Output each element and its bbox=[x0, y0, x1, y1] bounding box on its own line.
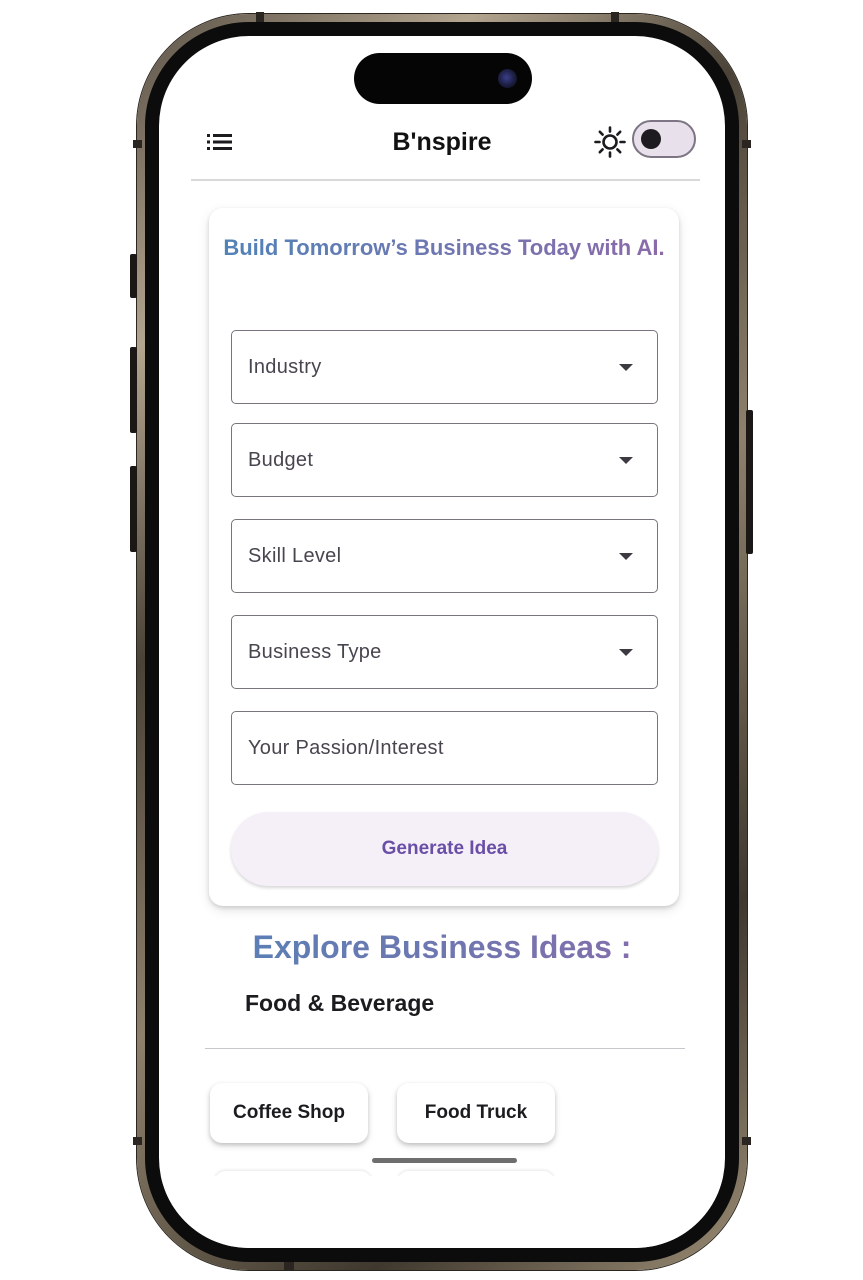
passion-interest-input[interactable]: Your Passion/Interest bbox=[231, 711, 658, 785]
idea-chip-coffee-shop[interactable]: Coffee Shop bbox=[210, 1083, 368, 1143]
idea-chip-food-truck[interactable]: Food Truck bbox=[397, 1083, 555, 1143]
category-title: Food & Beverage bbox=[245, 990, 435, 1016]
dropdown-arrow-icon bbox=[619, 364, 633, 371]
phone-screen: B'nspire Build Tomorrow’s Business Today… bbox=[159, 36, 725, 1248]
screen-bottom-area bbox=[159, 1176, 725, 1248]
sun-icon bbox=[594, 126, 626, 158]
divider bbox=[191, 179, 700, 181]
business-type-dropdown[interactable]: Business Type bbox=[231, 615, 658, 689]
volume-up-button bbox=[130, 347, 137, 433]
antenna-band bbox=[742, 140, 751, 148]
volume-down-button bbox=[130, 466, 137, 552]
dropdown-arrow-icon bbox=[619, 649, 633, 656]
dropdown-arrow-icon bbox=[619, 457, 633, 464]
toggle-knob bbox=[641, 129, 661, 149]
form-heading: Build Tomorrow’s Business Today with AI. bbox=[223, 230, 665, 265]
home-indicator[interactable] bbox=[372, 1158, 517, 1163]
antenna-band bbox=[611, 12, 619, 22]
theme-toggle[interactable] bbox=[632, 120, 696, 158]
explore-heading: Explore Business Ideas : bbox=[159, 929, 725, 966]
industry-dropdown[interactable]: Industry bbox=[231, 330, 658, 404]
generate-idea-button[interactable]: Generate Idea bbox=[231, 812, 658, 886]
antenna-band bbox=[742, 1137, 751, 1145]
camera-icon bbox=[498, 69, 517, 88]
field-label: Budget bbox=[248, 448, 314, 471]
divider bbox=[205, 1048, 685, 1049]
budget-dropdown[interactable]: Budget bbox=[231, 423, 658, 497]
field-label: Business Type bbox=[248, 640, 382, 663]
antenna-band bbox=[133, 140, 142, 148]
device-mockup: B'nspire Build Tomorrow’s Business Today… bbox=[0, 0, 863, 1280]
antenna-band bbox=[133, 1137, 142, 1145]
dynamic-island bbox=[354, 53, 532, 104]
dropdown-arrow-icon bbox=[619, 553, 633, 560]
field-label: Industry bbox=[248, 355, 322, 378]
field-label: Skill Level bbox=[248, 544, 342, 567]
idea-form-card: Build Tomorrow’s Business Today with AI.… bbox=[209, 208, 679, 906]
antenna-band bbox=[256, 12, 264, 22]
power-button bbox=[746, 410, 753, 554]
field-placeholder: Your Passion/Interest bbox=[248, 736, 444, 759]
skill-level-dropdown[interactable]: Skill Level bbox=[231, 519, 658, 593]
app-bar: B'nspire bbox=[159, 116, 725, 180]
action-button bbox=[130, 254, 137, 298]
antenna-band bbox=[284, 1262, 294, 1271]
